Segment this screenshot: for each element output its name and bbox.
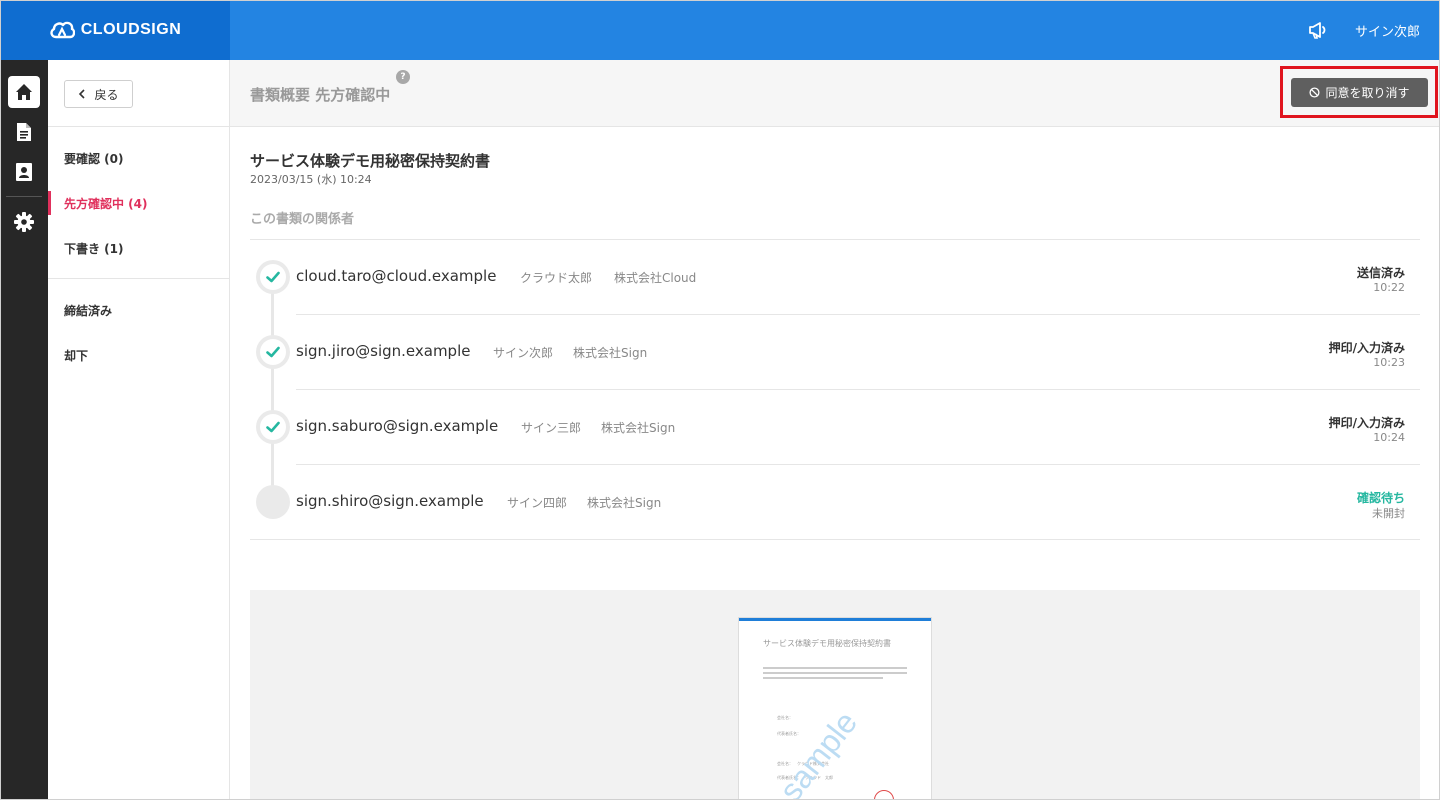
participants-heading: この書類の関係者: [250, 212, 355, 227]
document-date: 2023/03/15 (水) 10:24: [250, 173, 372, 186]
list-divider: [296, 314, 1420, 315]
check-icon: [266, 271, 280, 283]
check-icon: [266, 346, 280, 358]
revoke-consent-button[interactable]: 同意を取り消す: [1291, 78, 1428, 107]
back-button[interactable]: 戻る: [64, 80, 133, 108]
contact-card-icon: [16, 163, 32, 181]
participant-company: 株式会社Cloud: [614, 271, 697, 285]
participant-name: クラウド太郎: [520, 271, 593, 285]
rail-divider: [6, 196, 42, 197]
participant-status: 押印/入力済み: [1328, 341, 1405, 355]
document-icon: [17, 123, 31, 141]
participant-email: cloud.taro@cloud.example: [296, 267, 497, 285]
brand-name: CLOUDSIGN: [80, 21, 182, 38]
rail-home[interactable]: [8, 76, 40, 108]
participant-email: sign.jiro@sign.example: [296, 342, 471, 360]
cloud-logo-icon: [50, 21, 75, 39]
timeline-connector: [271, 290, 274, 500]
back-label: 戻る: [94, 87, 119, 102]
top-bar: CLOUDSIGN サイン次郎: [0, 0, 1440, 60]
gear-icon: [14, 212, 34, 232]
icon-rail: [0, 60, 48, 800]
page-header: 書類概要 先方確認中 ?: [230, 60, 1440, 127]
revoke-label: 同意を取り消す: [1325, 86, 1410, 100]
participant-name: サイン次郎: [493, 346, 554, 360]
participant-email: sign.saburo@sign.example: [296, 417, 499, 435]
participant-email: sign.shiro@sign.example: [296, 492, 484, 510]
step-status: [256, 260, 290, 294]
rail-settings[interactable]: [8, 206, 40, 238]
preview-title: サービス体験デモ用秘密保持契約書: [763, 639, 891, 648]
nav-item-needs-review[interactable]: 要確認 (0): [48, 146, 229, 170]
participant-name: サイン三郎: [521, 421, 582, 435]
list-divider: [250, 239, 1420, 240]
user-menu[interactable]: サイン次郎: [1355, 21, 1420, 40]
nav-item-rejected[interactable]: 却下: [48, 343, 229, 367]
document-title: サービス体験デモ用秘密保持契約書: [250, 152, 491, 170]
preview-text-line: [763, 677, 883, 679]
preview-text-line: [763, 667, 907, 669]
participant-status-time: 未開封: [1372, 507, 1405, 520]
list-divider: [296, 464, 1420, 465]
participant-status-time: 10:24: [1373, 431, 1405, 444]
participant-status-time: 10:23: [1373, 356, 1405, 369]
step-status-pending: [256, 485, 290, 519]
home-icon: [16, 84, 32, 100]
participant-company: 株式会社Sign: [573, 346, 648, 360]
rail-contacts[interactable]: [8, 156, 40, 188]
nav-item-drafts[interactable]: 下書き (1): [48, 236, 229, 260]
subnav-divider: [48, 278, 229, 279]
megaphone-icon[interactable]: [1307, 19, 1329, 41]
list-divider: [296, 389, 1420, 390]
preview-text-line: [763, 672, 907, 674]
seal-stamp: [874, 790, 894, 799]
page-title: 書類概要 先方確認中: [250, 86, 391, 104]
participant-company: 株式会社Sign: [601, 421, 676, 435]
participant-name: サイン四郎: [507, 496, 568, 510]
preview-field: 会社名：: [777, 715, 793, 720]
document-preview-page[interactable]: サービス体験デモ用秘密保持契約書 会社名： 代表者氏名： 会社名： クラウド株式…: [738, 617, 932, 800]
participant-company: 株式会社Sign: [587, 496, 662, 510]
participant-status: 押印/入力済み: [1328, 416, 1405, 430]
prohibited-icon: [1309, 87, 1321, 98]
sub-navigation: 戻る 要確認 (0) 先方確認中 (4) 下書き (1) 締結済み 却下: [48, 60, 230, 800]
help-icon[interactable]: ?: [396, 70, 410, 84]
brand-logo[interactable]: CLOUDSIGN: [0, 0, 230, 60]
check-icon: [266, 421, 280, 433]
nav-item-awaiting-partner[interactable]: 先方確認中 (4): [48, 191, 229, 215]
step-status: [256, 335, 290, 369]
participant-status-time: 10:22: [1373, 281, 1405, 294]
preview-field: 代表者氏名：: [777, 731, 801, 736]
participant-status: 送信済み: [1356, 266, 1405, 280]
preview-accent-bar: [739, 618, 931, 621]
step-status: [256, 410, 290, 444]
chevron-left-icon: [79, 89, 86, 99]
participant-status: 確認待ち: [1356, 491, 1405, 505]
list-divider: [250, 539, 1420, 540]
rail-documents[interactable]: [8, 116, 40, 148]
nav-item-concluded[interactable]: 締結済み: [48, 298, 229, 322]
subnav-divider: [48, 126, 229, 127]
